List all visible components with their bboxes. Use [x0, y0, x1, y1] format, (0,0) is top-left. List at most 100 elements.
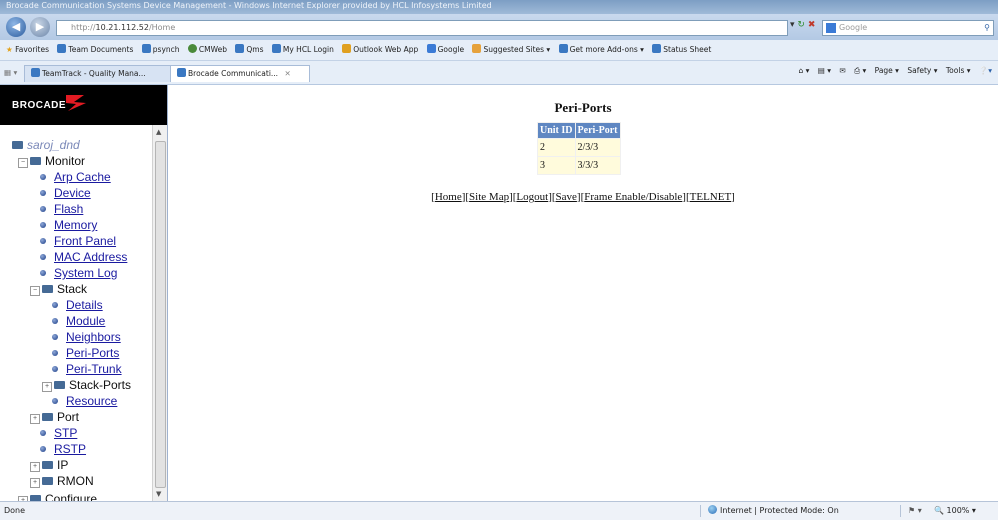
help-icon[interactable]: ❔▾ — [979, 66, 992, 75]
address-actions: ▾ ↻ ✖ — [790, 20, 815, 30]
tree-item-peri-ports[interactable]: Peri-Ports — [52, 345, 119, 361]
tree-link[interactable]: RSTP — [54, 442, 86, 456]
status-text: Done — [4, 506, 26, 515]
favorite-psynch[interactable]: psynch — [141, 40, 180, 60]
tree-item-stp[interactable]: STP — [40, 425, 77, 441]
favorite-qms[interactable]: Qms — [235, 40, 264, 60]
home-icon[interactable]: ⌂ ▾ — [798, 66, 809, 75]
window-title-bar: Brocade Communication Systems Device Man… — [0, 0, 998, 14]
telnet-link[interactable]: TELNET — [690, 191, 732, 203]
security-zone[interactable]: Internet | Protected Mode: On — [708, 502, 839, 520]
tree-link[interactable]: System Log — [54, 266, 117, 280]
tree-stack-ports[interactable]: + Stack-Ports — [42, 377, 131, 393]
tools-menu[interactable]: Tools ▾ — [946, 66, 971, 75]
logout-link[interactable]: Logout — [516, 191, 548, 203]
expand-icon[interactable]: + — [30, 414, 40, 424]
tree-link[interactable]: Memory — [54, 218, 97, 232]
tree-item-flash[interactable]: Flash — [40, 201, 83, 217]
scroll-up-icon[interactable]: ▲ — [156, 128, 161, 136]
home-link[interactable]: Home — [435, 191, 462, 203]
favorite-get-more-addons[interactable]: Get more Add-ons ▾ — [558, 40, 644, 60]
expand-icon[interactable]: + — [30, 462, 40, 472]
table-row: 2 2/3/3 — [538, 139, 620, 156]
favorite-label: psynch — [152, 45, 180, 54]
mail-icon[interactable]: ✉ — [839, 66, 845, 75]
site-map-link[interactable]: Site Map — [469, 191, 509, 203]
tree-link[interactable]: Front Panel — [54, 234, 116, 248]
tree-item-rstp[interactable]: RSTP — [40, 441, 86, 457]
favorite-outlook-web-app[interactable]: Outlook Web App — [342, 40, 418, 60]
dropdown-icon[interactable]: ▾ — [790, 20, 795, 30]
tree-item-mac-address[interactable]: MAC Address — [40, 249, 127, 265]
expand-icon[interactable]: + — [42, 382, 52, 392]
quick-tabs-icon[interactable]: ▦ ▾ — [4, 68, 17, 77]
refresh-icon[interactable]: ↻ — [797, 20, 805, 30]
ie-page-icon — [141, 44, 151, 53]
search-input[interactable]: Google ⚲ — [822, 20, 994, 36]
tree-link[interactable]: Peri-Trunk — [66, 362, 122, 376]
address-input[interactable]: http://10.21.112.52/Home — [56, 20, 788, 36]
favorite-label: CMWeb — [198, 45, 227, 54]
tree-link[interactable]: Device — [54, 186, 91, 200]
tree-item-peri-trunk[interactable]: Peri-Trunk — [52, 361, 122, 377]
folder-icon — [42, 285, 53, 293]
tab-brocade[interactable]: Brocade Communicati... ✕ — [170, 65, 310, 82]
tab-teamtrack[interactable]: TeamTrack - Quality Mana... — [24, 65, 178, 82]
close-tab-icon[interactable]: ✕ — [284, 69, 290, 78]
nav-tree: saroj_dnd − Monitor Arp Cache Device Flas… — [0, 129, 152, 501]
collapse-icon[interactable]: − — [30, 286, 40, 296]
tree-configure[interactable]: + Configure — [18, 491, 97, 501]
folder-icon — [42, 477, 53, 485]
protected-mode-icon[interactable]: ⚑ ▾ — [908, 502, 922, 520]
tree-ip[interactable]: + IP — [30, 457, 68, 473]
tree-link[interactable]: Arp Cache — [54, 170, 111, 184]
tree-link[interactable]: Details — [66, 298, 103, 312]
tree-port[interactable]: + Port — [30, 409, 79, 425]
zoom-control[interactable]: 🔍 100% ▾ — [934, 502, 976, 520]
tree-item-arp-cache[interactable]: Arp Cache — [40, 169, 111, 185]
favorite-google[interactable]: Google — [426, 40, 464, 60]
favorites-button[interactable]: ★ Favorites — [6, 40, 49, 60]
save-link[interactable]: Save — [556, 191, 577, 203]
collapse-icon[interactable]: − — [18, 158, 28, 168]
stop-icon[interactable]: ✖ — [808, 20, 816, 30]
tree-link[interactable]: Peri-Ports — [66, 346, 119, 360]
favorite-status-sheet[interactable]: Status Sheet — [652, 40, 711, 60]
safety-menu[interactable]: Safety ▾ — [907, 66, 937, 75]
tree-item-neighbors[interactable]: Neighbors — [52, 329, 121, 345]
tree-link[interactable]: Resource — [66, 394, 117, 408]
tree-stack[interactable]: − Stack — [30, 281, 87, 297]
tree-link[interactable]: Flash — [54, 202, 83, 216]
tree-link[interactable]: STP — [54, 426, 77, 440]
page-menu[interactable]: Page ▾ — [875, 66, 899, 75]
nav-scrollbar[interactable]: ▲ ▼ — [152, 125, 167, 501]
favorites-bar: ★ Favorites Team Documents psynch CMWeb … — [0, 40, 998, 61]
favorite-cmweb[interactable]: CMWeb — [187, 40, 227, 60]
tree-link[interactable]: Neighbors — [66, 330, 121, 344]
frame-enable-disable-link[interactable]: Frame Enable/Disable — [584, 191, 682, 203]
scroll-thumb[interactable] — [155, 141, 166, 488]
favorite-suggested-sites[interactable]: Suggested Sites ▾ — [472, 40, 550, 60]
favorite-my-hcl-login[interactable]: My HCL Login — [271, 40, 334, 60]
expand-icon[interactable]: + — [30, 478, 40, 488]
forward-icon[interactable]: ▶ — [30, 17, 50, 37]
folder-icon — [54, 381, 65, 389]
tree-link[interactable]: Module — [66, 314, 105, 328]
scroll-down-icon[interactable]: ▼ — [156, 490, 161, 498]
tree-item-module[interactable]: Module — [52, 313, 105, 329]
print-icon[interactable]: ⎙ ▾ — [854, 66, 866, 75]
tree-item-front-panel[interactable]: Front Panel — [40, 233, 116, 249]
tree-item-device[interactable]: Device — [40, 185, 91, 201]
tree-item-system-log[interactable]: System Log — [40, 265, 117, 281]
tree-link[interactable]: MAC Address — [54, 250, 127, 264]
tree-monitor[interactable]: − Monitor — [18, 153, 85, 169]
search-icon[interactable]: ⚲ — [984, 21, 990, 35]
favorite-team-documents[interactable]: Team Documents — [57, 40, 133, 60]
back-icon[interactable]: ◀ — [6, 17, 26, 37]
tree-item-details[interactable]: Details — [52, 297, 103, 313]
tree-user[interactable]: saroj_dnd — [12, 137, 80, 153]
tree-rmon[interactable]: + RMON — [30, 473, 94, 489]
feeds-icon[interactable]: ▤ ▾ — [818, 66, 831, 75]
tree-item-memory[interactable]: Memory — [40, 217, 97, 233]
tree-item-resource[interactable]: Resource — [52, 393, 117, 409]
